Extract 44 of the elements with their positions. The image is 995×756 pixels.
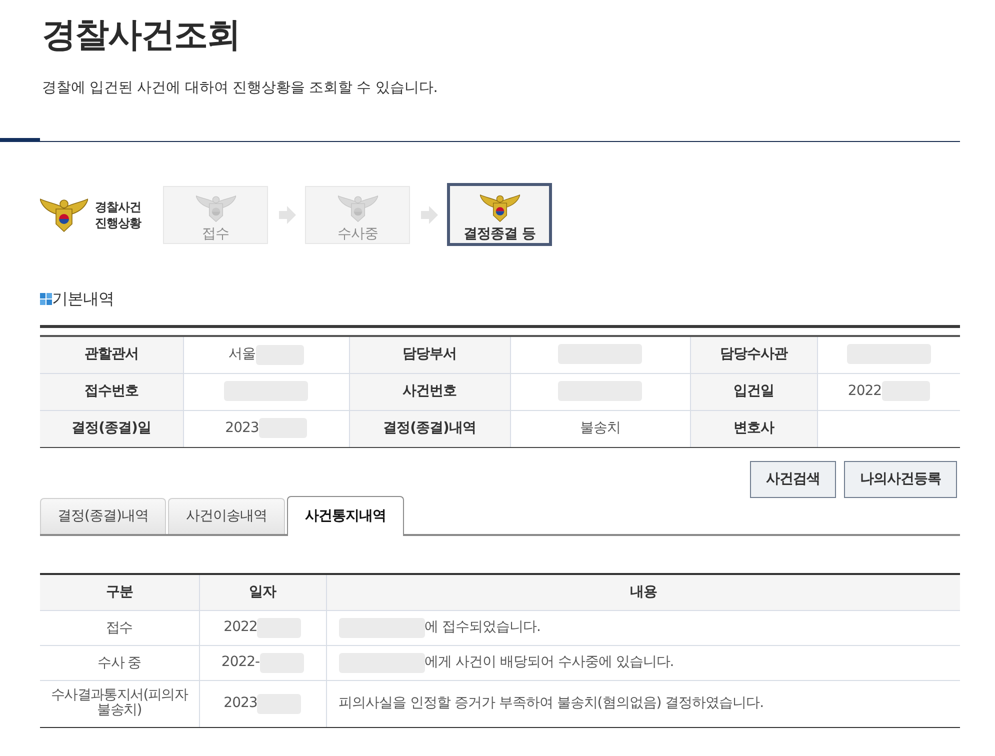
column-header: 일자 [199,574,326,610]
tab[interactable]: 결정(종결)내역 [40,498,166,534]
category-text: 수사 중 [98,656,141,670]
column-header: 내용 [326,574,960,610]
step-label: 수사중 [337,224,378,242]
field-label: 사건번호 [349,373,510,410]
category-text: 접수 [106,620,132,636]
page-title: 경찰사건조회 [42,14,240,57]
tab[interactable]: 사건통지내역 [287,496,404,536]
page-description: 경찰에 입건된 사건에 대하여 진행상황을 조회할 수 있습니다. [42,79,438,98]
step-label: 결정종결 등 [464,225,536,243]
tab[interactable]: 사건이송내역 [168,498,285,534]
emblem-icon [40,198,88,232]
arrow-icon [421,206,438,224]
field-value: 2023 [225,420,259,436]
field-label: 변호사 [690,410,817,447]
step-label: 접수 [202,224,229,242]
section-heading: 기본내역 [52,289,114,309]
action-button[interactable]: 사건검색 [750,460,836,498]
field-label: 입건일 [690,373,817,410]
field-value: 2022 [848,382,882,399]
field-label: 결정(종결)일 [40,410,183,447]
category-text: 수사결과통지서(피의자 불송치) [50,688,190,718]
date-text: 2023 [224,695,258,712]
notice-text: 에게 사건이 배당되어 수사중에 있습니다. [424,654,674,670]
notice-text: 에 접수되었습니다. [424,619,540,636]
field-label: 담당부서 [349,336,510,373]
field-label: 결정(종결)내역 [349,410,510,447]
action-button[interactable]: 나의사건등록 [844,460,957,498]
field-label: 관할관서 [40,336,183,373]
emblem-icon [338,194,378,222]
field-label: 담당수사관 [690,336,817,373]
date-text: 2022- [221,654,260,670]
column-header: 구분 [40,574,199,610]
field-label: 접수번호 [40,373,183,410]
emblem-icon [480,194,520,222]
date-text: 2022 [224,619,258,636]
progress-label: 경찰사건 진행상황 [95,198,142,230]
emblem-icon [196,194,236,222]
notice-text: 피의사실을 인정할 증거가 부족하여 불송치(혐의없음) 결정하였습니다. [338,695,764,712]
field-value: 불송치 [580,420,620,436]
field-value: 서울 [228,346,256,362]
arrow-icon [279,206,296,224]
grid-icon [40,293,52,305]
